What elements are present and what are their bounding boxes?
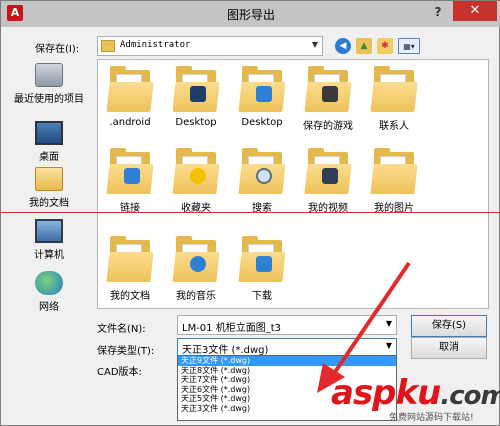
folder-icon bbox=[106, 66, 154, 112]
folder-icon bbox=[370, 66, 418, 112]
file-item[interactable]: 下载 bbox=[230, 236, 294, 302]
place-label: 网络 bbox=[39, 302, 59, 313]
folder-icon bbox=[106, 148, 154, 194]
place-label: 计算机 bbox=[34, 250, 64, 261]
file-item[interactable]: Desktop bbox=[164, 66, 228, 128]
folder-icon bbox=[370, 148, 418, 194]
close-button[interactable]: ✕ bbox=[453, 1, 497, 21]
save-in-combo[interactable]: Administrator ▼ bbox=[97, 36, 323, 56]
file-item[interactable]: 我的视频 bbox=[296, 148, 360, 214]
annotation-line bbox=[1, 212, 500, 213]
documents-icon bbox=[35, 167, 63, 191]
file-name: 我的音乐 bbox=[176, 291, 216, 302]
filename-input[interactable]: LM-01 机柜立面图_t3 ▼ bbox=[177, 315, 397, 335]
place-network[interactable]: 网络 bbox=[7, 271, 91, 313]
file-item[interactable]: 联系人 bbox=[362, 66, 426, 132]
place-desktop[interactable]: 桌面 bbox=[7, 121, 91, 163]
title-bar: A 图形导出 ? ✕ bbox=[1, 1, 500, 27]
watermark-logo: aspku.com bbox=[331, 373, 500, 413]
chevron-down-icon: ▼ bbox=[385, 319, 392, 328]
chevron-down-icon: ▼ bbox=[311, 40, 318, 49]
folder-icon bbox=[238, 148, 286, 194]
place-documents[interactable]: 我的文档 bbox=[7, 167, 91, 209]
computer-icon bbox=[35, 219, 63, 243]
recent-items-icon bbox=[35, 63, 63, 87]
up-folder-icon[interactable]: ▲ bbox=[356, 38, 372, 54]
folder-icon bbox=[238, 66, 286, 112]
place-recent[interactable]: 最近使用的项目 bbox=[7, 63, 91, 105]
file-name: Desktop bbox=[241, 117, 283, 128]
file-name: .android bbox=[109, 117, 151, 128]
file-list[interactable]: .android Desktop Desktop 保存的游戏 联系人 链接 收藏… bbox=[97, 59, 489, 309]
view-menu-icon[interactable]: ▦▾ bbox=[398, 38, 420, 54]
folder-icon bbox=[238, 236, 286, 282]
save-type-label: 保存类型(T): bbox=[97, 346, 155, 357]
folder-icon bbox=[101, 40, 115, 52]
file-item[interactable]: 收藏夹 bbox=[164, 148, 228, 214]
file-item[interactable]: 链接 bbox=[98, 148, 162, 214]
dropdown-option[interactable]: 天正9文件 (*.dwg) bbox=[178, 356, 396, 366]
place-label: 桌面 bbox=[39, 152, 59, 163]
watermark-caption: 免费网站源码下载站! bbox=[389, 413, 474, 423]
save-button[interactable]: 保存(S) bbox=[411, 315, 487, 337]
help-button[interactable]: ? bbox=[425, 1, 451, 23]
file-item[interactable]: Desktop bbox=[230, 66, 294, 128]
filename-label: 文件名(N): bbox=[97, 324, 146, 335]
file-name: 下载 bbox=[252, 291, 272, 302]
save-in-value: Administrator bbox=[120, 40, 191, 50]
places-bar: 最近使用的项目 桌面 我的文档 计算机 网络 bbox=[7, 59, 91, 379]
save-type-select[interactable]: 天正3文件 (*.dwg) ▼ bbox=[177, 338, 397, 356]
file-item[interactable]: 保存的游戏 bbox=[296, 66, 360, 132]
file-name: Desktop bbox=[175, 117, 217, 128]
file-item[interactable]: 搜索 bbox=[230, 148, 294, 214]
file-name: 联系人 bbox=[379, 121, 409, 132]
save-in-label: 保存在(I): bbox=[35, 44, 80, 55]
file-name: 保存的游戏 bbox=[303, 121, 353, 132]
filename-value: LM-01 机柜立面图_t3 bbox=[182, 323, 281, 334]
folder-icon bbox=[172, 236, 220, 282]
place-computer[interactable]: 计算机 bbox=[7, 219, 91, 261]
chevron-down-icon: ▼ bbox=[385, 341, 392, 350]
cad-version-label: CAD版本: bbox=[97, 367, 142, 378]
folder-icon bbox=[304, 148, 352, 194]
place-label: 最近使用的项目 bbox=[14, 94, 84, 105]
place-label: 我的文档 bbox=[29, 198, 69, 209]
file-item[interactable]: 我的文档 bbox=[98, 236, 162, 302]
folder-icon bbox=[172, 148, 220, 194]
file-name: 我的文档 bbox=[110, 291, 150, 302]
network-icon bbox=[35, 271, 63, 295]
new-folder-icon[interactable]: ✱ bbox=[377, 38, 393, 54]
file-item[interactable]: 我的音乐 bbox=[164, 236, 228, 302]
folder-icon bbox=[304, 66, 352, 112]
desktop-icon bbox=[35, 121, 63, 145]
back-icon[interactable]: ◀ bbox=[335, 38, 351, 54]
file-item[interactable]: 我的图片 bbox=[362, 148, 426, 214]
cancel-button[interactable]: 取消 bbox=[411, 337, 487, 359]
folder-icon bbox=[106, 236, 154, 282]
export-dialog: A 图形导出 ? ✕ 保存在(I): Administrator ▼ ◀ ▲ ✱… bbox=[0, 0, 500, 426]
folder-icon bbox=[172, 66, 220, 112]
file-item[interactable]: .android bbox=[98, 66, 162, 128]
